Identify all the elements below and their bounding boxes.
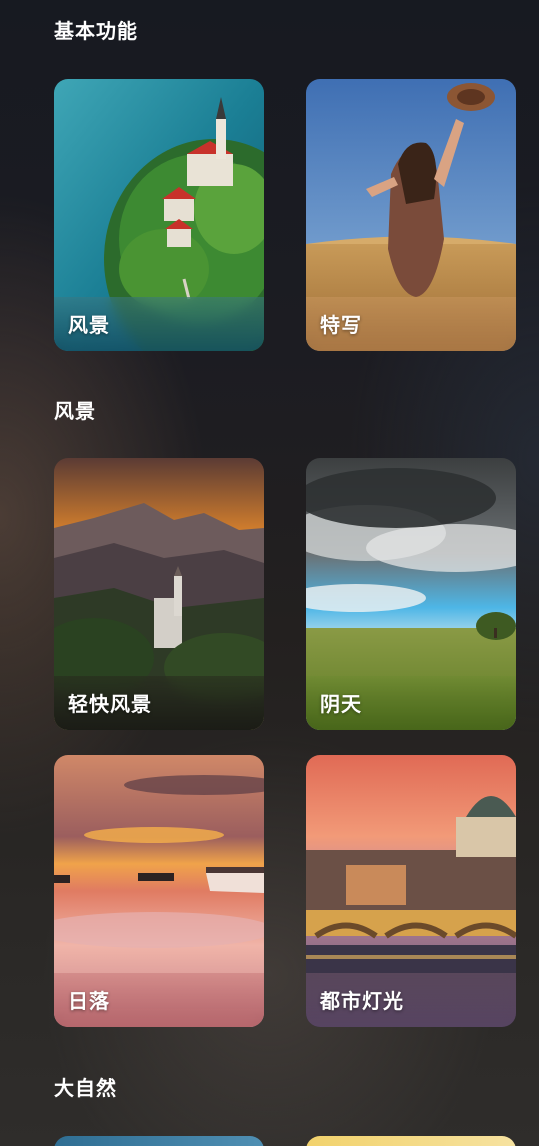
style-card-nature-partial-left[interactable]: [54, 1136, 264, 1146]
card-label: 都市灯光: [320, 989, 404, 1013]
style-card-light-scenery[interactable]: 轻快风景: [54, 458, 264, 730]
style-card-closeup[interactable]: 特写: [306, 79, 516, 351]
card-label: 特写: [320, 313, 362, 337]
style-card-nature-partial-right[interactable]: [306, 1136, 516, 1146]
card-label: 轻快风景: [68, 692, 152, 716]
section-title-basic: 基本功能: [54, 19, 138, 43]
card-label: 风景: [68, 313, 110, 337]
style-card-scenery[interactable]: 风景: [54, 79, 264, 351]
card-label: 阴天: [320, 692, 362, 716]
style-card-sunset[interactable]: 日落: [54, 755, 264, 1027]
section-title-nature: 大自然: [54, 1076, 117, 1100]
card-label: 日落: [68, 989, 110, 1013]
style-card-overcast[interactable]: 阴天: [306, 458, 516, 730]
style-card-city-lights[interactable]: 都市灯光: [306, 755, 516, 1027]
section-title-scenery: 风景: [54, 399, 96, 423]
